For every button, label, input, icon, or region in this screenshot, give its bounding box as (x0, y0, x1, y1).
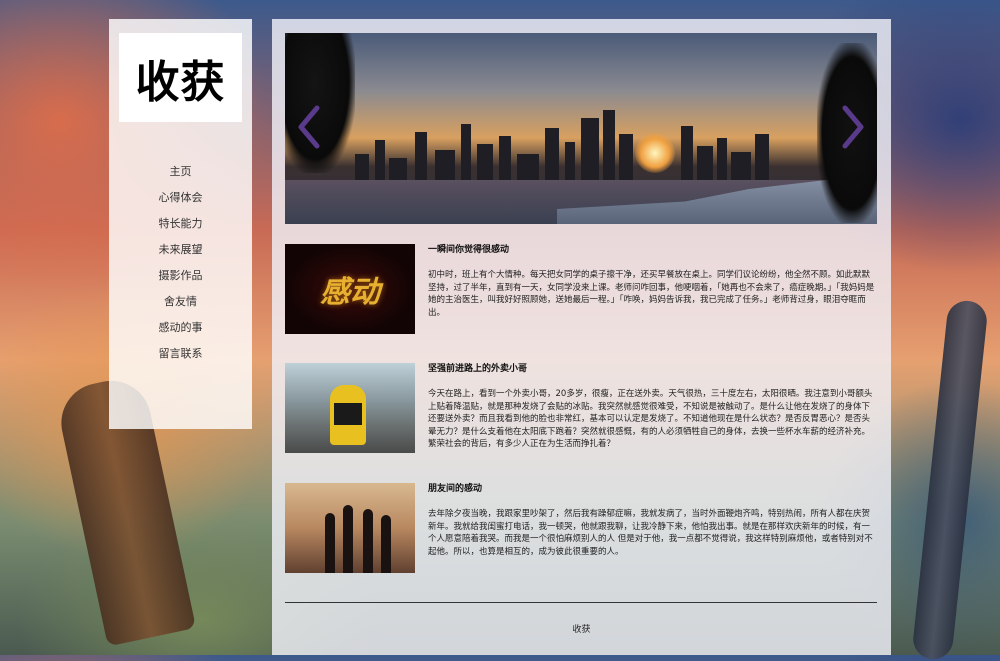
nav-item-experience[interactable]: 心得体会 (109, 185, 252, 211)
article-item: 朋友间的感动 去年除夕夜当晚，我跟家里吵架了，然后我有躁郁症嘛，我就发病了，当时… (285, 483, 877, 575)
footer-divider (285, 602, 877, 603)
article-title[interactable]: 朋友间的感动 (428, 483, 876, 495)
thumbnail-text: 感动 (320, 275, 380, 310)
nav-item-skills[interactable]: 特长能力 (109, 211, 252, 237)
banner-tree-left (285, 33, 355, 173)
article-item: 感动 一瞬间你觉得很感动 初中时，班上有个大情种。每天把女同学的桌子擦干净，还买… (285, 244, 877, 336)
logo-text: 收获 (135, 56, 226, 108)
sidebar: 收获 主页 心得体会 特长能力 未来展望 摄影作品 舍友情 感动的事 留言联系 (109, 19, 252, 429)
carousel-prev-button[interactable] (295, 105, 323, 149)
article-title[interactable]: 坚强前进路上的外卖小哥 (428, 363, 876, 375)
nav-item-contact[interactable]: 留言联系 (109, 341, 252, 367)
nav-item-touching-stories[interactable]: 感动的事 (109, 315, 252, 341)
article-text: 坚强前进路上的外卖小哥 今天在路上，看到一个外卖小哥，20多岁，很瘦，正在送外卖… (428, 363, 876, 451)
carousel-next-button[interactable] (839, 105, 867, 149)
site-logo[interactable]: 收获 (119, 33, 242, 122)
article-thumbnail[interactable] (285, 363, 415, 453)
article-body: 初中时，班上有个大情种。每天把女同学的桌子擦干净，还买早餐放在桌上。同学们议论纷… (428, 270, 875, 318)
article-body: 今天在路上，看到一个外卖小哥，20多岁，很瘦，正在送外卖。天气很热，三十度左右，… (428, 389, 873, 449)
background-tree-right (911, 298, 989, 661)
article-title[interactable]: 一瞬间你觉得很感动 (428, 244, 876, 256)
nav-item-future[interactable]: 未来展望 (109, 237, 252, 263)
nav-item-roommates[interactable]: 舍友情 (109, 289, 252, 315)
delivery-rider-graphic (330, 385, 366, 445)
article-item: 坚强前进路上的外卖小哥 今天在路上，看到一个外卖小哥，20多岁，很瘦，正在送外卖… (285, 363, 877, 455)
article-thumbnail[interactable]: 感动 (285, 244, 415, 334)
article-text: 朋友间的感动 去年除夕夜当晚，我跟家里吵架了，然后我有躁郁症嘛，我就发病了，当时… (428, 483, 876, 558)
chevron-right-icon (842, 105, 864, 149)
nav-menu: 主页 心得体会 特长能力 未来展望 摄影作品 舍友情 感动的事 留言联系 (109, 159, 252, 367)
article-thumbnail[interactable] (285, 483, 415, 573)
chevron-left-icon (298, 105, 320, 149)
banner-carousel (285, 33, 877, 224)
banner-skyline (285, 94, 877, 184)
footer-text: 收获 (572, 625, 591, 635)
nav-item-photography[interactable]: 摄影作品 (109, 263, 252, 289)
nav-item-home[interactable]: 主页 (109, 159, 252, 185)
main-content: 感动 一瞬间你觉得很感动 初中时，班上有个大情种。每天把女同学的桌子擦干净，还买… (272, 19, 891, 655)
article-body: 去年除夕夜当晚，我跟家里吵架了，然后我有躁郁症嘛，我就发病了，当时外面鞭炮齐鸣，… (428, 509, 873, 557)
article-text: 一瞬间你觉得很感动 初中时，班上有个大情种。每天把女同学的桌子擦干净，还买早餐放… (428, 244, 876, 319)
